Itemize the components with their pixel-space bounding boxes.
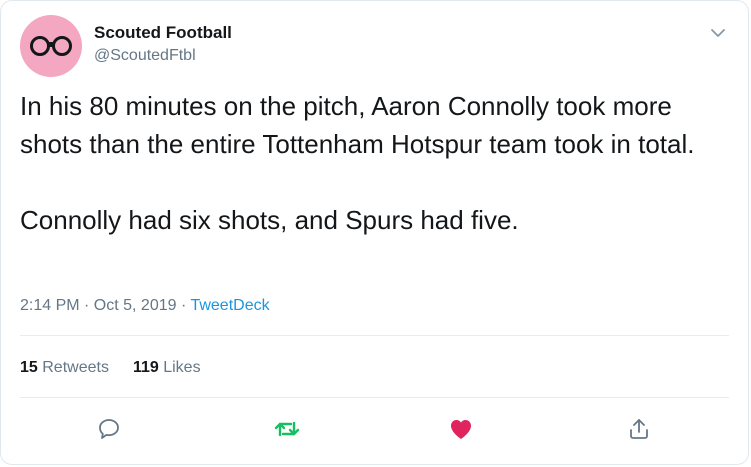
author-name[interactable]: Scouted Football [94,23,232,43]
action-bar [1,413,750,449]
share-button[interactable] [623,413,655,445]
like-button[interactable] [445,413,477,445]
chevron-down-icon[interactable] [708,23,728,43]
likes-stat[interactable]: 119 Likes [133,359,201,377]
likes-count: 119 [132,359,159,376]
tweet-source-link[interactable]: TweetDeck [190,297,269,314]
heart-icon [451,420,471,439]
retweet-button[interactable] [271,413,303,445]
likes-label: Likes [163,359,201,376]
share-icon [630,419,648,439]
retweets-count: 15 [20,359,38,376]
retweet-icon [274,421,300,437]
divider [20,335,729,336]
reply-button[interactable] [93,413,125,445]
tweet-stats: 15 Retweets 119 Likes [20,359,201,377]
retweets-stat[interactable]: 15 Retweets [20,359,109,377]
reply-icon [99,419,119,439]
tweet-timestamp[interactable]: 2:14 PM · Oct 5, 2019 [20,297,181,314]
tweet-text: In his 80 minutes on the pitch, Aaron Co… [20,91,695,235]
retweets-label: Retweets [42,359,109,376]
avatar[interactable] [20,15,82,77]
tweet-meta: 2:14 PM · Oct 5, 2019 · TweetDeck [20,297,270,315]
binoculars-icon [30,36,72,56]
divider [20,397,729,398]
author-handle[interactable]: @ScoutedFtbl [94,47,196,65]
tweet-card: Scouted Football @ScoutedFtbl In his 80 … [0,0,749,465]
